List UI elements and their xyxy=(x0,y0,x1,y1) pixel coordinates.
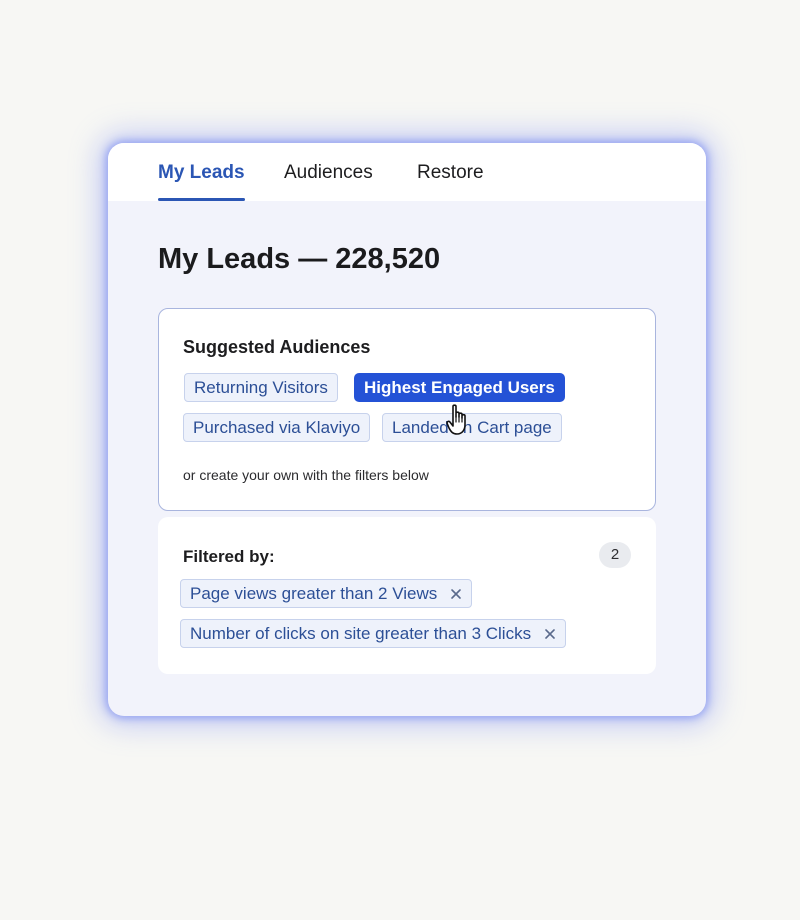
audience-chip-purchased-via-klaviyo[interactable]: Purchased via Klaviyo xyxy=(183,413,371,442)
tab-my-leads[interactable]: My Leads xyxy=(158,162,245,201)
filtered-by-heading: Filtered by: xyxy=(183,547,275,566)
suggested-audiences-heading: Suggested Audiences xyxy=(183,337,371,357)
page-title: My Leads — 228,520 xyxy=(158,243,441,275)
create-own-hint: or create your own with the filters belo… xyxy=(183,467,429,483)
suggested-audiences-panel: Suggested Audiences Returning Visitors H… xyxy=(158,308,656,511)
audience-chip-returning-visitors[interactable]: Returning Visitors xyxy=(184,373,338,402)
close-icon[interactable] xyxy=(450,588,462,600)
filter-chip-page-views: Page views greater than 2 Views xyxy=(180,579,473,608)
filter-count-badge: 2 xyxy=(599,542,631,568)
filter-chip-clicks-on-site: Number of clicks on site greater than 3 … xyxy=(180,619,567,648)
filter-chip-label: Number of clicks on site greater than 3 … xyxy=(190,624,532,643)
filter-chip-label: Page views greater than 2 Views xyxy=(190,584,438,603)
hand-pointer-icon xyxy=(446,403,472,437)
tab-restore[interactable]: Restore xyxy=(417,162,484,201)
filters-panel: Filtered by: 2 Page views greater than 2… xyxy=(158,517,656,674)
tab-audiences[interactable]: Audiences xyxy=(284,162,373,201)
leads-card: My Leads Audiences Restore My Leads — 22… xyxy=(108,143,706,716)
audience-chip-highest-engaged-users[interactable]: Highest Engaged Users xyxy=(354,373,565,402)
close-icon[interactable] xyxy=(544,628,556,640)
tab-bar: My Leads Audiences Restore xyxy=(108,143,706,201)
